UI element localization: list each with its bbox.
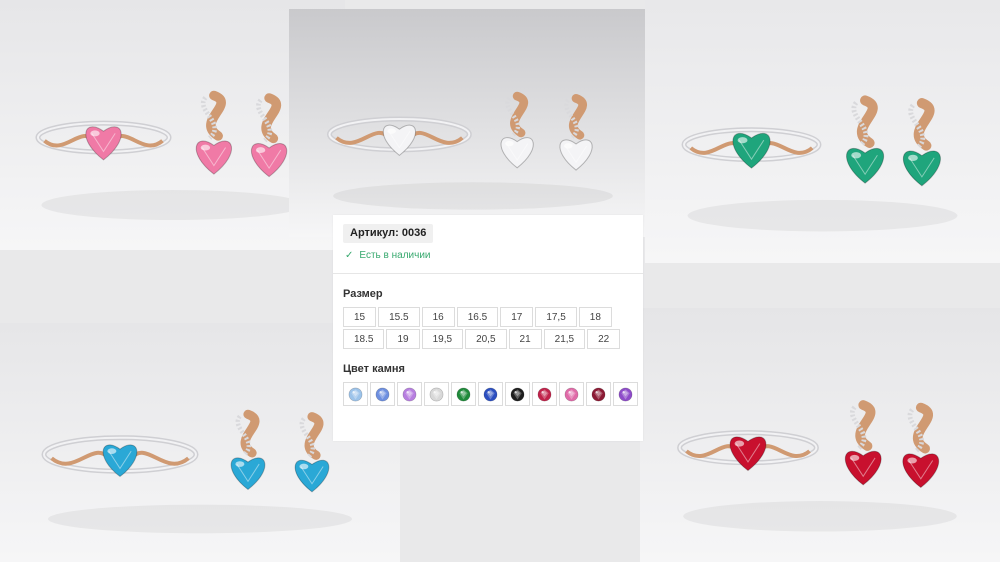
stone-color-options [343, 382, 643, 406]
gem-icon [429, 387, 444, 401]
size-option[interactable]: 20,5 [465, 329, 507, 349]
gem-icon [618, 387, 633, 401]
red-set-photo [640, 308, 1000, 562]
gem-icon [456, 387, 471, 401]
gem-icon [537, 387, 552, 401]
gem-icon [375, 387, 390, 401]
stone-color-swatch[interactable] [424, 382, 449, 406]
stone-color-swatch[interactable] [559, 382, 584, 406]
size-option[interactable]: 15.5 [378, 307, 420, 327]
size-option[interactable]: 19,5 [421, 329, 464, 349]
size-option[interactable]: 18 [578, 307, 612, 327]
size-option[interactable]: 16 [421, 307, 455, 327]
stone-color-swatch[interactable] [478, 382, 503, 406]
stone-color-swatch[interactable] [397, 382, 422, 406]
stone-color-swatch[interactable] [505, 382, 530, 406]
check-icon: ✓ [345, 250, 354, 261]
size-option[interactable]: 21,5 [543, 329, 586, 349]
green-set-photo [645, 0, 1000, 263]
stone-color-swatch[interactable] [451, 382, 476, 406]
stone-color-swatch[interactable] [586, 382, 611, 406]
size-option[interactable]: 15 [343, 307, 377, 327]
article-badge: Артикул: 0036 [343, 224, 434, 243]
gem-icon [510, 387, 525, 401]
color-section-title: Цвет камня [343, 363, 405, 375]
size-option[interactable]: 17,5 [535, 307, 577, 327]
stone-color-swatch[interactable] [343, 382, 368, 406]
size-option[interactable]: 21 [508, 329, 542, 349]
product-info-panel: Артикул: 0036 ✓ Есть в наличии Размер 15… [333, 215, 643, 441]
stone-color-swatch[interactable] [613, 382, 638, 406]
stone-color-swatch[interactable] [370, 382, 395, 406]
gem-icon [483, 387, 498, 401]
clear-set-photo [289, 9, 657, 237]
stock-status: ✓ Есть в наличии [343, 250, 633, 261]
gem-icon [591, 387, 606, 401]
gem-icon [348, 387, 363, 401]
divider [333, 273, 643, 274]
stone-color-swatch[interactable] [532, 382, 557, 406]
size-section-title: Размер [343, 288, 383, 300]
stock-text: Есть в наличии [359, 250, 431, 261]
size-option[interactable]: 16.5 [456, 307, 499, 327]
size-options: 15 15.5 16 16.5 17 17,5 18 18.5 19 19,5 20,5 21 21,5… [343, 307, 643, 349]
size-option[interactable]: 22 [587, 329, 621, 349]
size-option[interactable]: 17 [500, 307, 534, 327]
size-option[interactable]: 18.5 [343, 329, 385, 349]
gem-icon [402, 387, 417, 401]
gem-icon [564, 387, 579, 401]
size-option[interactable]: 19 [386, 329, 420, 349]
